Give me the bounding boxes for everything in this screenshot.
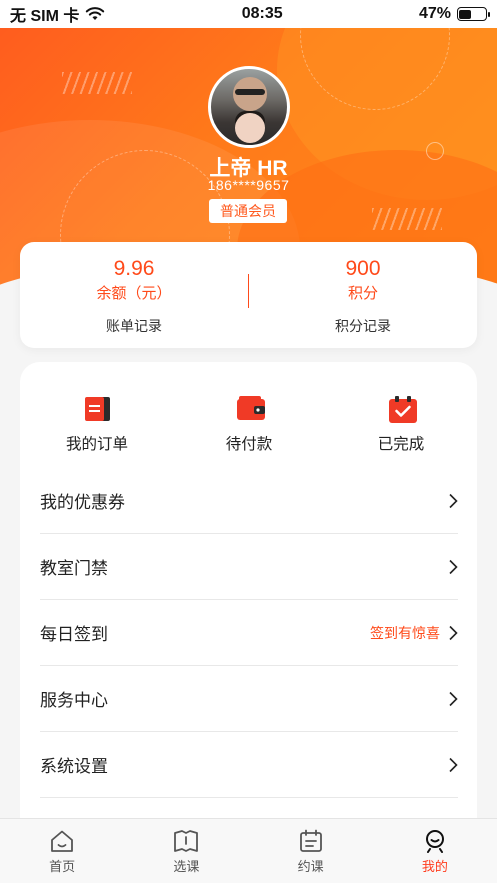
tab-bar: 首页 选课 约课 我的: [0, 818, 497, 883]
points-amount: 900: [345, 257, 381, 280]
balance-card: 9.96 余额（元） 账单记录 900 积分 积分记录: [20, 242, 477, 348]
balance-section[interactable]: 9.96 余额（元） 账单记录: [20, 256, 248, 336]
menu-item-service-center[interactable]: 服务中心: [40, 666, 458, 732]
my-orders-button[interactable]: 我的订单: [42, 392, 152, 454]
order-list-icon: [84, 396, 110, 422]
tab-label: 选课: [173, 859, 200, 874]
menu-item-settings[interactable]: 系统设置: [40, 732, 458, 798]
carrier-text: 无 SIM 卡: [10, 8, 80, 25]
tab-label: 约课: [297, 859, 324, 874]
wifi-icon: [86, 7, 105, 20]
chevron-right-icon: [449, 625, 458, 640]
book-icon: [174, 830, 199, 852]
pending-payment-label: 待付款: [225, 436, 273, 453]
tab-courses[interactable]: 选课: [124, 819, 248, 883]
completed-button[interactable]: 已完成: [346, 392, 456, 454]
home-icon: [51, 830, 74, 852]
bill-records-link[interactable]: 账单记录: [20, 316, 248, 336]
profile-icon: [425, 830, 444, 853]
clock: 08:35: [241, 5, 283, 22]
main-card: 我的订单 待付款 已完成 我的优惠券 教室门禁 每日签到 签到有惊喜 服务中心 …: [20, 362, 477, 822]
points-records-link[interactable]: 积分记录: [249, 316, 477, 336]
chevron-right-icon: [449, 691, 458, 706]
points-label: 积分: [347, 285, 378, 302]
wallet-icon: [236, 396, 265, 422]
balance-label: 余额（元）: [96, 285, 172, 302]
checkin-hint: 签到有惊喜: [370, 624, 440, 641]
menu-item-label: 教室门禁: [40, 559, 108, 578]
menu-item-label: 每日签到: [40, 625, 108, 644]
chevron-right-icon: [449, 559, 458, 574]
battery-percent: 47%: [418, 5, 451, 22]
my-orders-label: 我的订单: [65, 436, 128, 453]
menu-item-label: 服务中心: [40, 691, 108, 710]
status-bar: 无 SIM 卡 08:35 47%: [0, 0, 497, 28]
tab-booking[interactable]: 约课: [249, 819, 373, 883]
completed-label: 已完成: [377, 436, 425, 453]
chevron-right-icon: [449, 757, 458, 772]
settings-menu: 我的优惠券 教室门禁 每日签到 签到有惊喜 服务中心 系统设置: [40, 468, 458, 798]
calendar-icon: [299, 829, 322, 852]
menu-item-classroom-access[interactable]: 教室门禁: [40, 534, 458, 600]
menu-item-label: 我的优惠券: [40, 493, 125, 512]
tab-label: 我的: [421, 859, 448, 874]
balance-amount: 9.96: [113, 257, 155, 280]
member-level-badge[interactable]: 普通会员: [209, 199, 287, 223]
menu-item-daily-checkin[interactable]: 每日签到 签到有惊喜: [40, 600, 458, 666]
user-phone: 186****9657: [207, 177, 290, 193]
chevron-right-icon: [449, 493, 458, 508]
pending-payment-button[interactable]: 待付款: [194, 392, 304, 454]
order-shortcuts: 我的订单 待付款 已完成: [20, 392, 477, 462]
clipboard-check-icon: [388, 396, 417, 423]
menu-item-label: 系统设置: [40, 757, 108, 776]
avatar[interactable]: [208, 66, 290, 148]
tab-label: 首页: [49, 859, 76, 874]
tab-mine[interactable]: 我的: [373, 819, 497, 883]
tab-home[interactable]: 首页: [0, 819, 124, 883]
menu-item-coupons[interactable]: 我的优惠券: [40, 468, 458, 534]
points-section[interactable]: 900 积分 积分记录: [249, 256, 477, 336]
battery-icon: [456, 7, 490, 21]
